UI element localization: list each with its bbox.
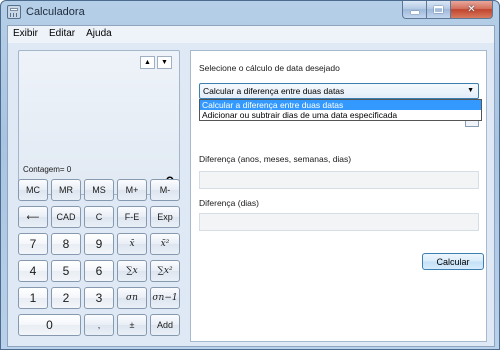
key-ms[interactable]: MS	[84, 179, 114, 201]
key-m-plus[interactable]: M+	[117, 179, 147, 201]
window-controls: ✕	[402, 1, 493, 19]
minimize-button[interactable]	[402, 1, 427, 19]
dropdown-option-difference[interactable]: Calcular a diferença entre duas datas	[200, 100, 481, 110]
minimize-icon	[410, 10, 419, 14]
difference-days-output	[199, 213, 479, 231]
history-scroll-up-button[interactable]: ▲	[140, 56, 155, 69]
title-bar[interactable]: Calculadora ✕	[1, 1, 499, 23]
key-plus-minus[interactable]: ±	[117, 314, 147, 336]
key-sigma-n[interactable]: σn	[117, 287, 147, 309]
close-button[interactable]: ✕	[451, 1, 493, 19]
calculator-window: Calculadora ✕ Exibir Editar Ajuda ▲ ▼ Co…	[0, 0, 500, 350]
key-sum-x[interactable]: ∑x	[117, 260, 147, 282]
close-icon: ✕	[467, 4, 476, 15]
history-scroll-down-button[interactable]: ▼	[157, 56, 172, 69]
key-0[interactable]: 0	[18, 314, 81, 336]
key-1[interactable]: 1	[18, 287, 48, 309]
key-4[interactable]: 4	[18, 260, 48, 282]
date-calc-selected-value: Calcular a diferença entre duas datas	[203, 86, 345, 96]
arrow-up-icon: ▲	[144, 59, 151, 66]
key-mr[interactable]: MR	[51, 179, 81, 201]
window-title: Calculadora	[26, 6, 85, 18]
client-area: Exibir Editar Ajuda ▲ ▼ Contagem= 0 0 MC…	[7, 25, 495, 347]
dropdown-option-add-subtract[interactable]: Adicionar ou subtrair dias de uma data e…	[200, 110, 481, 120]
key-sum-x-squared[interactable]: ∑x²	[150, 260, 180, 282]
memory-count: Contagem= 0	[23, 165, 72, 174]
key-7[interactable]: 7	[18, 233, 48, 255]
calculate-button[interactable]: Calcular	[422, 253, 484, 270]
key-8[interactable]: 8	[51, 233, 81, 255]
difference-days-label: Diferença (dias)	[199, 198, 259, 208]
difference-ymwd-label: Diferença (anos, meses, semanas, dias)	[199, 154, 352, 164]
key-exp[interactable]: Exp	[150, 206, 180, 228]
key-c[interactable]: C	[84, 206, 114, 228]
date-calculation-panel: Selecione o cálculo de data desejado Cal…	[190, 50, 487, 342]
key-add[interactable]: Add	[150, 314, 180, 336]
key-f-e[interactable]: F-E	[117, 206, 147, 228]
key-9[interactable]: 9	[84, 233, 114, 255]
date-calc-dropdown-list: Calcular a diferença entre duas datas Ad…	[199, 99, 482, 121]
date-calc-type-select[interactable]: Calcular a diferença entre duas datas ▼	[199, 83, 479, 99]
key-mean-squares[interactable]: x̄²	[150, 233, 180, 255]
key-sigma-n-minus-1[interactable]: σn−1	[150, 287, 180, 309]
calculator-display: ▲ ▼ Contagem= 0 0	[18, 50, 180, 195]
key-cad[interactable]: CAD	[51, 206, 81, 228]
key-2[interactable]: 2	[51, 287, 81, 309]
key-mc[interactable]: MC	[18, 179, 48, 201]
menu-exibir[interactable]: Exibir	[8, 26, 44, 43]
dropdown-arrow-icon: ▼	[467, 87, 474, 94]
key-backspace[interactable]: ⟵	[18, 206, 48, 228]
menu-ajuda[interactable]: Ajuda	[81, 26, 118, 43]
difference-ymwd-output	[199, 171, 479, 189]
key-mean[interactable]: x̄	[117, 233, 147, 255]
menu-editar[interactable]: Editar	[44, 26, 81, 43]
arrow-down-icon: ▼	[161, 59, 168, 66]
key-5[interactable]: 5	[51, 260, 81, 282]
calculator-app-icon	[7, 5, 21, 19]
key-decimal-comma[interactable]: ,	[84, 314, 114, 336]
maximize-button[interactable]	[427, 1, 451, 19]
maximize-icon	[434, 6, 443, 13]
menu-bar: Exibir Editar Ajuda	[8, 26, 494, 43]
key-6[interactable]: 6	[84, 260, 114, 282]
key-m-minus[interactable]: M-	[150, 179, 180, 201]
date-picker-stub[interactable]	[465, 121, 479, 127]
key-3[interactable]: 3	[84, 287, 114, 309]
date-calc-select-label: Selecione o cálculo de data desejado	[199, 63, 340, 73]
